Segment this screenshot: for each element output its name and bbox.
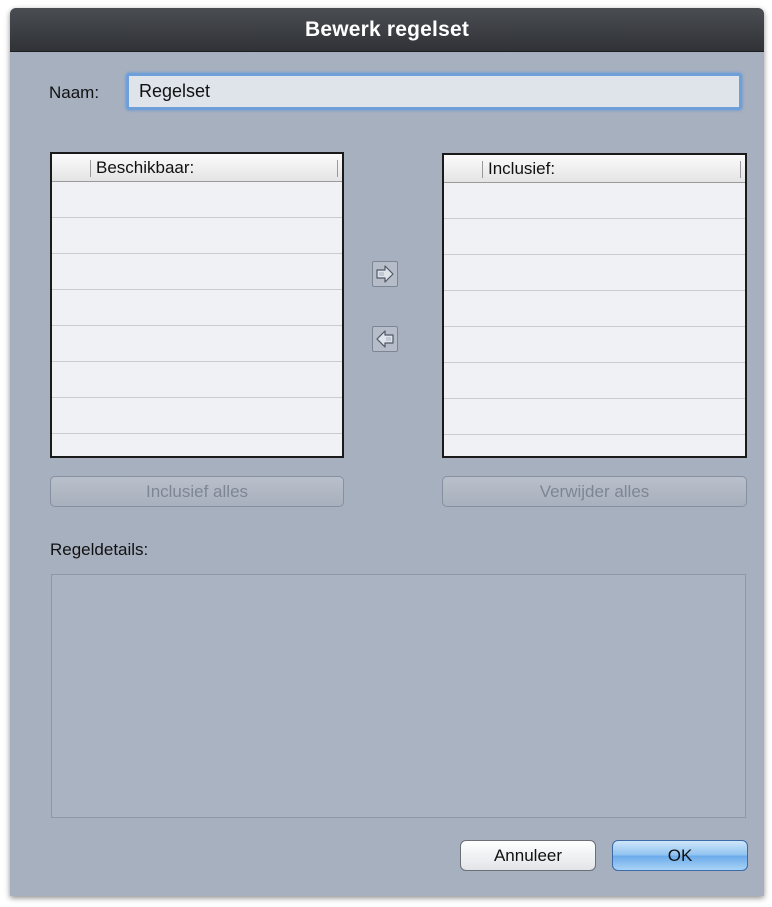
dialog-title: Bewerk regelset: [304, 18, 470, 41]
cancel-button[interactable]: Annuleer: [460, 840, 596, 871]
included-list[interactable]: Inclusief:: [442, 153, 747, 458]
name-input[interactable]: [126, 73, 742, 110]
name-label: Naam:: [49, 83, 100, 102]
available-list-header[interactable]: Beschikbaar:: [52, 154, 342, 182]
column-separator: [482, 161, 483, 178]
include-all-button[interactable]: Inclusief alles: [50, 476, 344, 507]
arrow-right-icon: [376, 265, 394, 283]
arrow-left-icon: [376, 330, 394, 348]
remove-from-included-button[interactable]: [372, 326, 398, 352]
available-list-rows[interactable]: [52, 182, 342, 456]
column-separator: [90, 160, 91, 177]
column-separator: [740, 161, 741, 178]
available-list-header-label: Beschikbaar:: [96, 158, 195, 177]
edit-ruleset-dialog: Bewerk regelset Naam: Beschikbaar: Inclu…: [10, 8, 764, 896]
rule-details-area: [51, 574, 746, 818]
add-to-included-button[interactable]: [372, 261, 398, 287]
included-list-header[interactable]: Inclusief:: [444, 155, 745, 183]
column-separator: [337, 160, 338, 177]
ok-button[interactable]: OK: [612, 840, 748, 871]
included-list-header-label: Inclusief:: [488, 159, 556, 178]
title-bar[interactable]: Bewerk regelset: [10, 8, 764, 52]
included-list-rows[interactable]: [444, 183, 745, 456]
rule-details-label: Regeldetails:: [50, 540, 149, 559]
available-list[interactable]: Beschikbaar:: [50, 152, 344, 458]
remove-all-button[interactable]: Verwijder alles: [442, 476, 747, 507]
